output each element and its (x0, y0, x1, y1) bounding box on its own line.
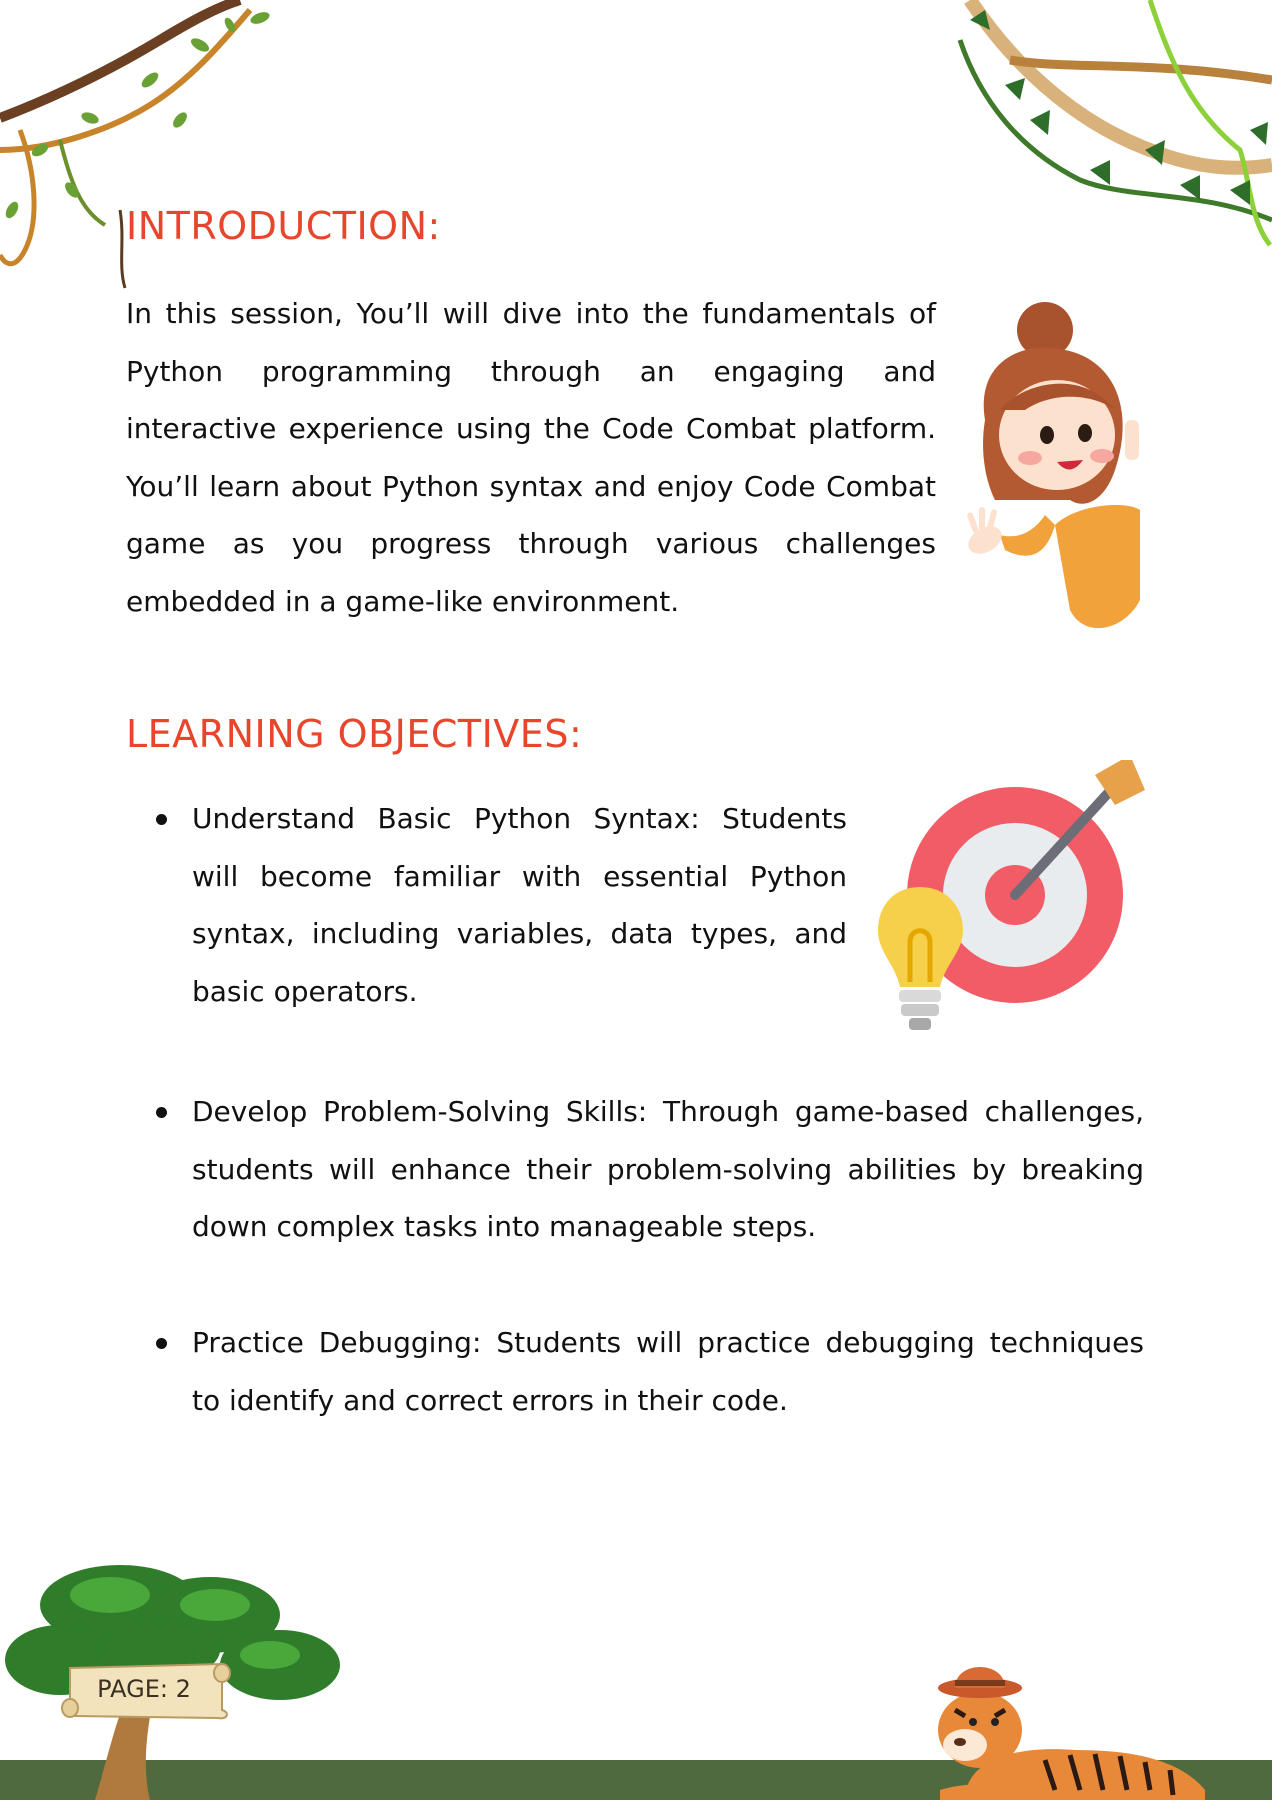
introduction-paragraph: In this session, You’ll will dive into t… (126, 297, 936, 618)
girl-waving-icon (967, 302, 1140, 629)
learning-objectives-heading: LEARNING OBJECTIVES: (126, 712, 583, 756)
bullet-icon (156, 1107, 167, 1118)
vine-decoration-icon (957, 0, 1272, 247)
vine-decoration-icon (0, 0, 270, 289)
bullet-icon (156, 1338, 167, 1349)
lightbulb-icon (878, 887, 963, 1030)
objective-text: Practice Debugging: Students will practi… (192, 1326, 1144, 1417)
bullet-icon (156, 814, 167, 825)
list-item: Understand Basic Python Syntax: Students… (156, 790, 847, 1020)
objective-text: Understand Basic Python Syntax: Students… (192, 802, 847, 1008)
list-item: Develop Problem-Solving Skills: Through … (156, 1083, 1144, 1256)
introduction-heading: INTRODUCTION: (126, 204, 441, 248)
objective-text: Develop Problem-Solving Skills: Through … (192, 1095, 1144, 1243)
tiger-icon (938, 1667, 1205, 1800)
list-item: Practice Debugging: Students will practi… (156, 1314, 1144, 1429)
page-number: PAGE: 2 (97, 1675, 191, 1703)
